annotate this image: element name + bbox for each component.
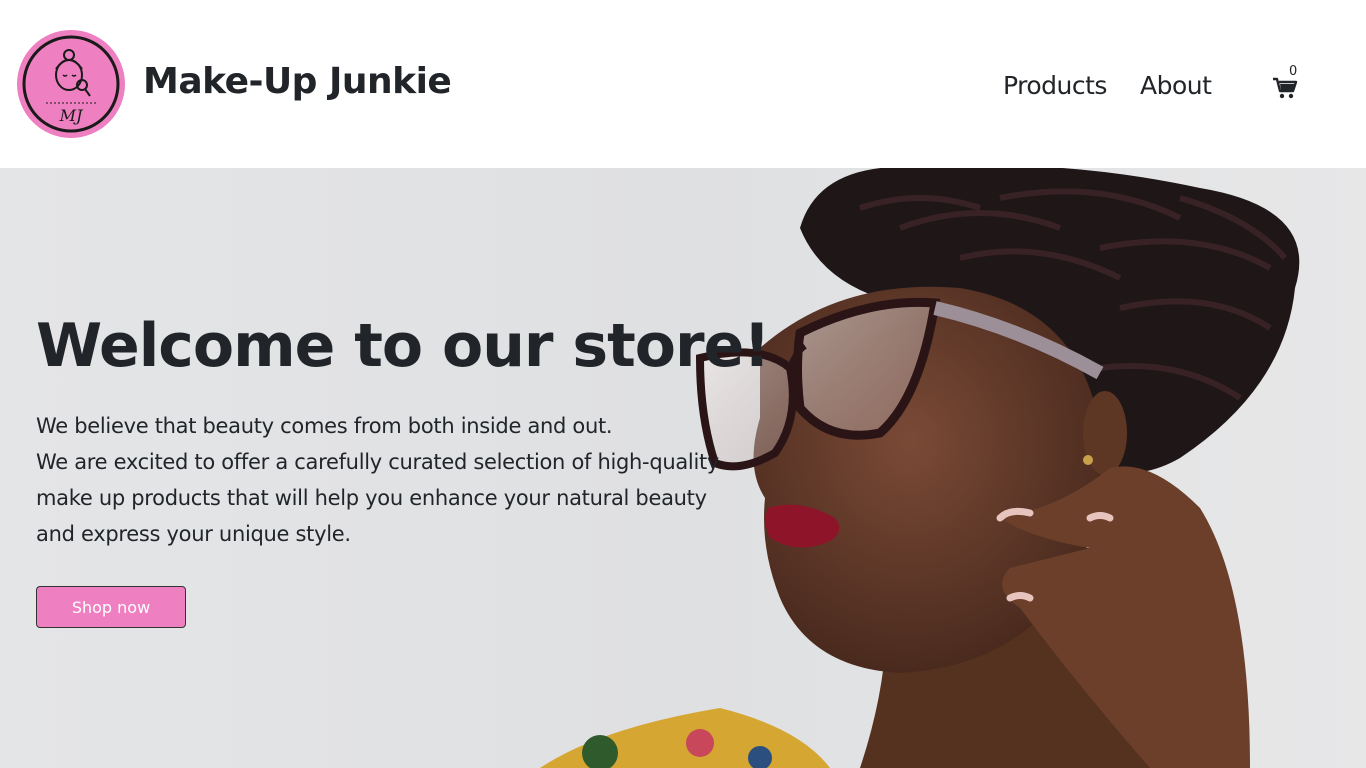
cart-count-badge: 0 [1289,64,1298,79]
hero-description: We believe that beauty comes from both i… [36,408,736,552]
hero-description-line: We are excited to offer a carefully cura… [36,450,720,546]
nav-products-link[interactable]: Products [1003,70,1107,102]
shopping-cart-icon[interactable] [1272,76,1298,100]
hero-description-line: We believe that beauty comes from both i… [36,414,613,438]
brand-logo[interactable]: MJ [16,29,126,139]
hero-section: Welcome to our store! We believe that be… [0,168,1366,768]
hero-title: Welcome to our store! [36,311,771,381]
brand-name[interactable]: Make-Up Junkie [143,60,452,104]
nav-about-link[interactable]: About [1140,70,1212,102]
site-header: MJ Make-Up Junkie Products About 0 [0,0,1366,168]
shop-now-button[interactable]: Shop now [36,586,186,628]
logo-monogram: MJ [59,106,84,125]
